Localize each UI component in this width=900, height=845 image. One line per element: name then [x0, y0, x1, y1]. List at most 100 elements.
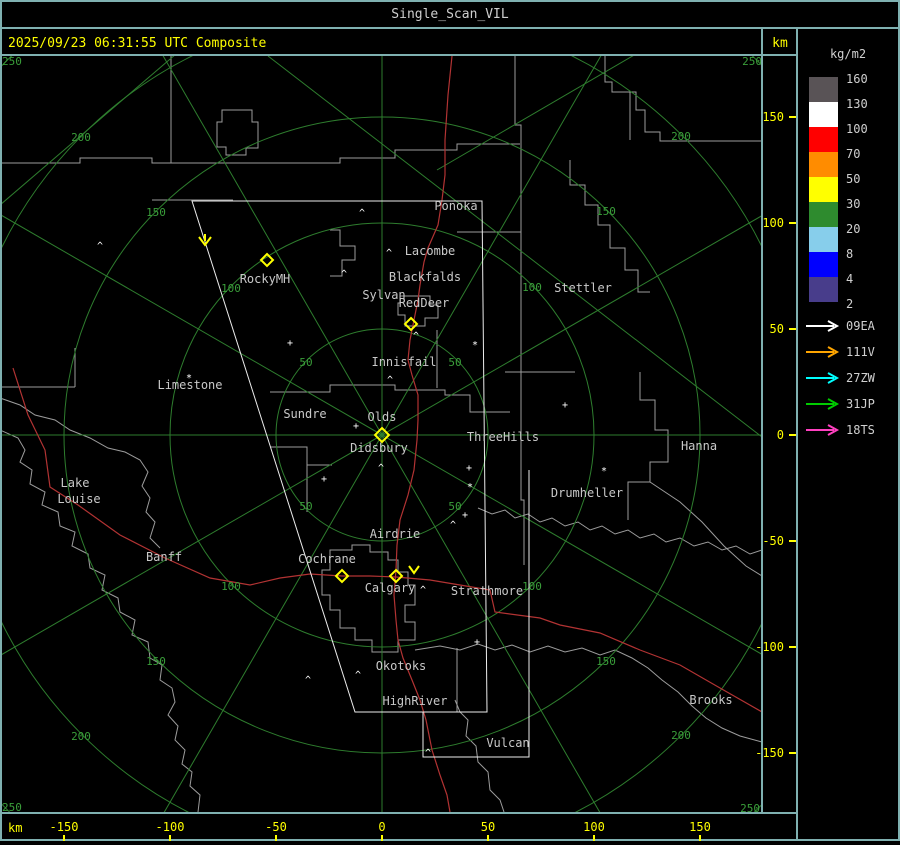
city-label: HighRiver [382, 694, 447, 708]
legend-swatch [809, 227, 838, 252]
radar-screen: 50 50 50 50 100 100 100 100 150 150 150 … [0, 0, 900, 841]
track-id: 27ZW [846, 371, 876, 385]
town-marker: + [353, 421, 359, 432]
ring-label: 250 [742, 55, 762, 68]
axis-tick-label: 100 [762, 216, 784, 230]
city-label: Sundre [283, 407, 326, 421]
right-axis-unit: km [772, 36, 788, 51]
legend-unit: kg/m2 [830, 47, 866, 61]
city-label: Airdrie [370, 527, 421, 541]
town-marker: * [601, 466, 607, 477]
town-marker: ^ [378, 463, 384, 474]
city-label: Hanna [681, 439, 717, 453]
axis-tick-label: 150 [689, 820, 711, 834]
axis-tick-label: -100 [156, 820, 185, 834]
town-marker: ^ [425, 748, 431, 759]
town-marker: + [462, 510, 468, 521]
city-label: Didsbury [350, 441, 408, 455]
city-label: Vulcan [486, 736, 529, 750]
town-marker: + [466, 463, 472, 474]
timestamp: 2025/09/23 06:31:55 UTC Composite [8, 36, 266, 51]
city-label: Calgary [365, 581, 416, 595]
background [0, 0, 900, 841]
ring-label: 100 [522, 281, 542, 294]
town-marker: ^ [359, 208, 365, 219]
city-label: Lake [61, 476, 90, 490]
ring-label: 200 [71, 730, 91, 743]
legend-value: 20 [846, 222, 860, 236]
legend-min-value: 2 [846, 297, 853, 311]
legend-value: 70 [846, 147, 860, 161]
ring-label: 100 [221, 580, 241, 593]
city-label: Louise [57, 492, 100, 506]
legend-value: 30 [846, 197, 860, 211]
axis-tick-label: 150 [762, 110, 784, 124]
ring-label: 150 [146, 655, 166, 668]
legend-swatch [809, 277, 838, 302]
radar-app-window: { "window": { "title": "Single_Scan_VIL"… [0, 0, 900, 841]
axis-tick-label: -150 [50, 820, 79, 834]
city-label: Cochrane [298, 552, 356, 566]
ring-label: 150 [596, 655, 616, 668]
ring-label: 100 [221, 282, 241, 295]
city-label: Drumheller [551, 486, 623, 500]
town-marker: + [321, 474, 327, 485]
legend-swatch [809, 152, 838, 177]
legend-value: 100 [846, 122, 868, 136]
town-marker: ^ [413, 331, 419, 342]
town-marker: ^ [387, 375, 393, 386]
city-label: Stettler [554, 281, 612, 295]
axis-tick-label: 50 [481, 820, 495, 834]
axis-tick-label: -50 [265, 820, 287, 834]
town-marker: ^ [305, 675, 311, 686]
page-title: Single_Scan_VIL [391, 7, 509, 22]
legend-value: 4 [846, 272, 853, 286]
ring-label: 50 [448, 500, 461, 513]
legend-value: 130 [846, 97, 868, 111]
ring-label: 150 [146, 206, 166, 219]
ring-label: 200 [71, 131, 91, 144]
town-marker: ^ [97, 241, 103, 252]
town-marker: + [562, 400, 568, 411]
axis-tick-label: 0 [777, 428, 784, 442]
city-label: RockyMH [240, 272, 291, 286]
track-id: 18TS [846, 423, 875, 437]
ring-label: 100 [522, 580, 542, 593]
city-label: ThreeHills [467, 430, 539, 444]
legend-swatch [809, 127, 838, 152]
axis-tick-label: -150 [755, 746, 784, 760]
city-label: Okotoks [376, 659, 427, 673]
legend-value: 160 [846, 72, 868, 86]
city-label: Olds [368, 410, 397, 424]
ring-label: 250 [2, 55, 22, 68]
legend-swatch [809, 102, 838, 127]
legend-value: 50 [846, 172, 860, 186]
axis-tick-label: -50 [762, 534, 784, 548]
city-label: Strathmore [451, 584, 523, 598]
axis-tick-label: -100 [755, 640, 784, 654]
city-label: Lacombe [405, 244, 456, 258]
legend-swatch [809, 177, 838, 202]
legend-swatch [809, 77, 838, 102]
ring-label: 150 [596, 205, 616, 218]
legend-value: 8 [846, 247, 853, 261]
town-marker: * [186, 373, 192, 384]
track-id: 111V [846, 345, 875, 359]
town-marker: ^ [386, 248, 392, 259]
bottom-axis-unit: km [8, 821, 22, 835]
ring-label: 50 [448, 356, 461, 369]
city-label: Blackfalds [389, 270, 461, 284]
town-marker: + [287, 338, 293, 349]
ring-label: 50 [299, 500, 312, 513]
legend-swatch [809, 202, 838, 227]
axis-tick-label: 50 [770, 322, 784, 336]
city-label: Brooks [689, 693, 732, 707]
town-marker: ^ [420, 585, 426, 596]
town-marker: ^ [450, 520, 456, 531]
town-marker: + [474, 637, 480, 648]
town-marker: * [467, 482, 473, 493]
track-id: 31JP [846, 397, 875, 411]
city-label: Innisfail [371, 355, 436, 369]
track-id: 09EA [846, 319, 876, 333]
axis-tick-label: 0 [378, 820, 385, 834]
